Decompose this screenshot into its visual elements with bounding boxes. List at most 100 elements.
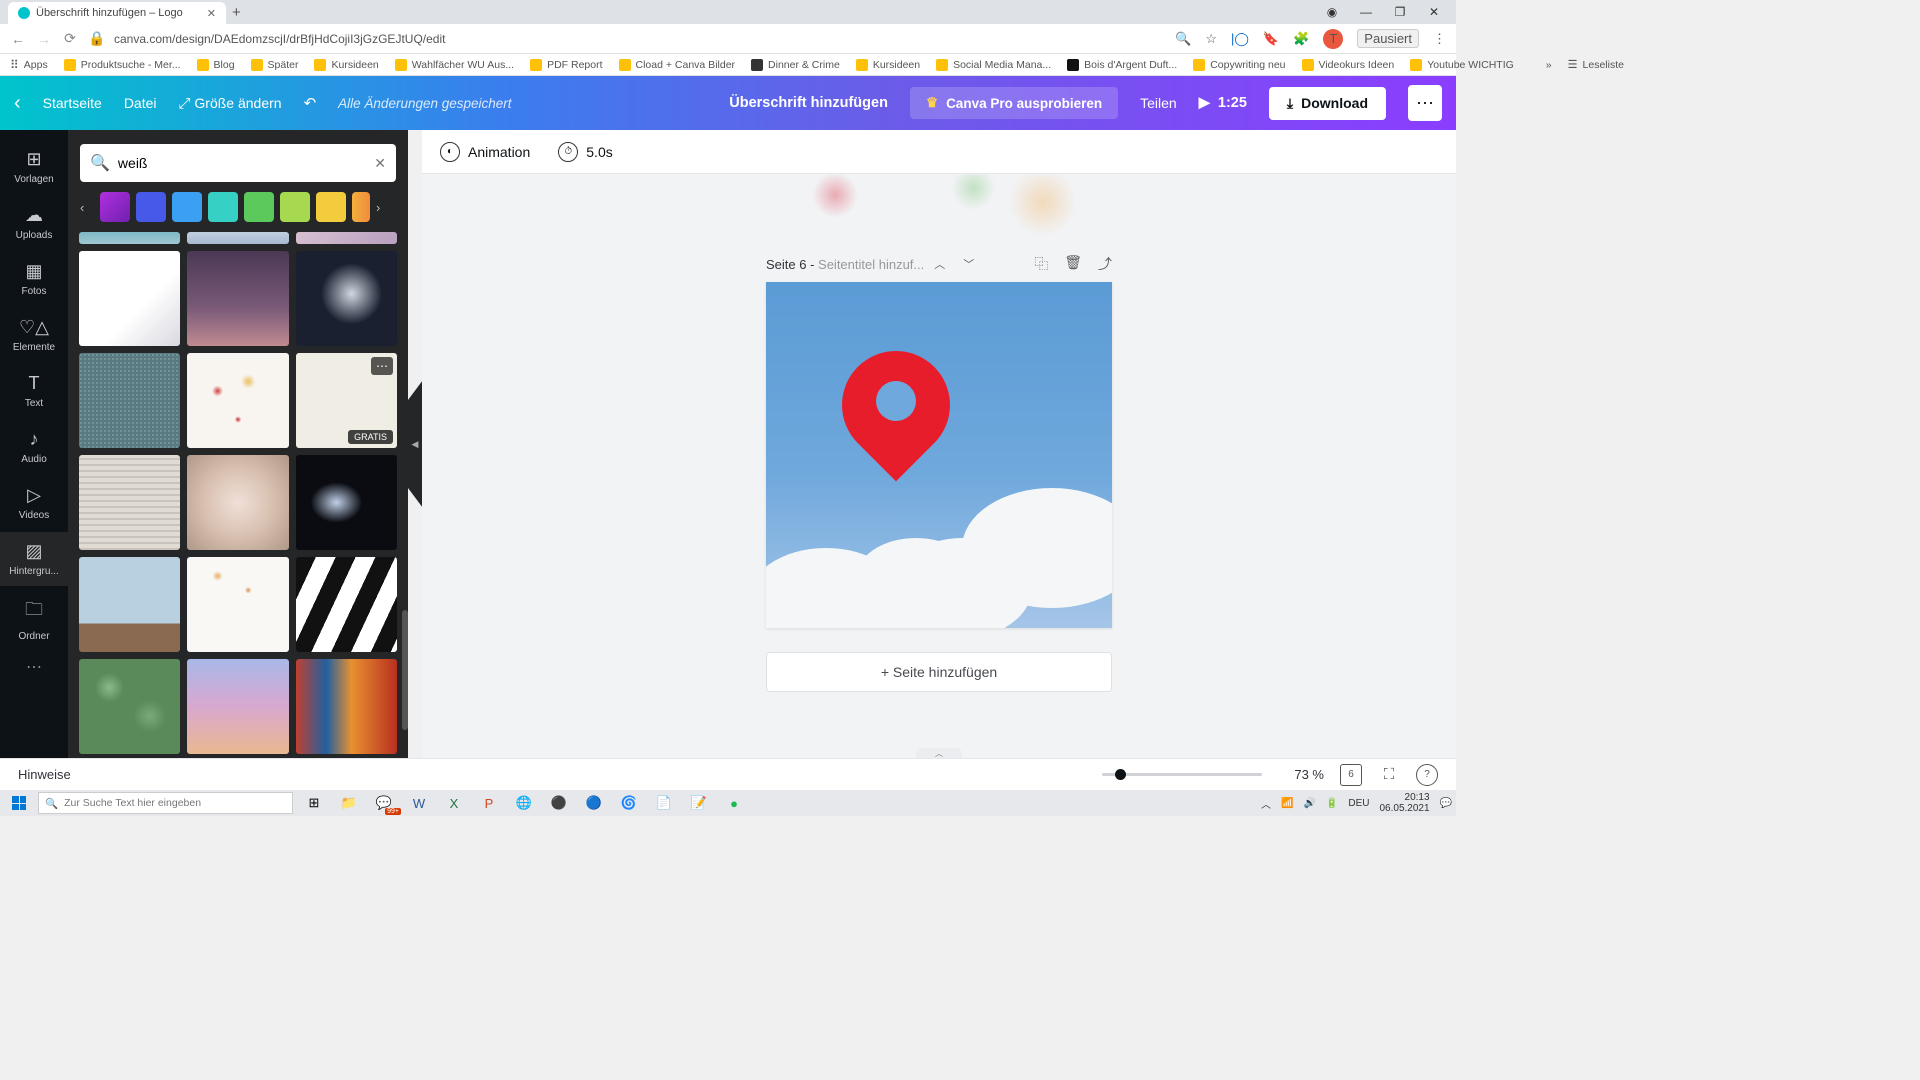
taskbar-app-excel[interactable]: X — [437, 792, 471, 814]
animation-button[interactable]: ◐ Animation — [440, 142, 530, 162]
maximize-icon[interactable]: ❐ — [1386, 5, 1414, 19]
back-icon[interactable]: ← — [10, 31, 26, 47]
tray-notifications-icon[interactable]: 💬 — [1440, 798, 1452, 809]
rail-uploads[interactable]: ☁Uploads — [0, 196, 68, 250]
present-button[interactable]: ▶1:25 — [1199, 95, 1247, 111]
taskbar-app-edge[interactable]: 🌀 — [612, 792, 646, 814]
bookmark-item[interactable]: Wahlfächer WU Aus... — [395, 59, 514, 71]
zoom-icon[interactable]: 🔍 — [1175, 31, 1191, 47]
rail-videos[interactable]: ▷Videos — [0, 476, 68, 530]
rail-photos[interactable]: ▦Fotos — [0, 252, 68, 306]
tray-chevron-icon[interactable]: ︿ — [1261, 796, 1271, 811]
thumbnail-more-icon[interactable]: ⋯ — [371, 357, 393, 375]
bookmark-item[interactable]: Dinner & Crime — [751, 59, 840, 71]
color-swatch[interactable] — [172, 192, 202, 222]
page-strip-toggle[interactable]: ︿ — [916, 748, 962, 758]
color-swatch[interactable] — [316, 192, 346, 222]
more-button[interactable]: ⋯ — [1408, 85, 1442, 121]
taskbar-app[interactable]: 📝 — [682, 792, 716, 814]
file-menu[interactable]: Datei — [124, 95, 157, 111]
thumbnail[interactable] — [187, 251, 288, 346]
color-swatch[interactable] — [100, 192, 130, 222]
bookmark-item[interactable]: Copywriting neu — [1193, 59, 1285, 71]
thumbnail[interactable] — [187, 659, 288, 754]
try-pro-button[interactable]: ♛Canva Pro ausprobieren — [910, 87, 1118, 119]
thumbnail[interactable] — [296, 232, 397, 244]
extension-icon[interactable]: |◯ — [1231, 31, 1249, 47]
share-page-icon[interactable]: ⤴ — [1098, 254, 1112, 274]
bookmark-item[interactable]: Später — [251, 59, 299, 71]
profile-avatar[interactable]: T — [1323, 29, 1343, 49]
thumbnail[interactable] — [79, 557, 180, 652]
chrome-account-icon[interactable]: ◉ — [1318, 5, 1346, 19]
tray-battery-icon[interactable]: 🔋 — [1326, 798, 1338, 809]
zoom-slider[interactable] — [1102, 773, 1262, 776]
thumbnail[interactable] — [187, 455, 288, 550]
taskbar-app-powerpoint[interactable]: P — [472, 792, 506, 814]
tray-wifi-icon[interactable]: 📶 — [1281, 798, 1293, 809]
taskbar-app-word[interactable]: W — [402, 792, 436, 814]
rail-elements[interactable]: ♡△Elemente — [0, 308, 68, 362]
thumbnail[interactable] — [187, 232, 288, 244]
resize-menu[interactable]: ⤢ Größe ändern — [179, 95, 282, 112]
bookmark-item[interactable]: Kursideen — [856, 59, 920, 71]
thumbnail[interactable] — [79, 232, 180, 244]
zoom-percent[interactable]: 73 % — [1278, 767, 1324, 782]
color-swatch[interactable] — [136, 192, 166, 222]
zoom-slider-thumb[interactable] — [1115, 769, 1126, 780]
panel-scrollbar[interactable] — [402, 610, 408, 730]
taskbar-search[interactable]: 🔍Zur Suche Text hier eingeben — [38, 792, 293, 814]
thumbnail[interactable] — [296, 557, 397, 652]
rail-text[interactable]: TText — [0, 364, 68, 418]
taskbar-app-chrome[interactable]: 🔵 — [577, 792, 611, 814]
home-link[interactable]: Startseite — [43, 95, 102, 111]
kebab-icon[interactable]: ⋮ — [1433, 31, 1446, 47]
bookmark-item[interactable]: PDF Report — [530, 59, 602, 71]
bookmark-item[interactable]: Kursideen — [314, 59, 378, 71]
close-window-icon[interactable]: ✕ — [1420, 5, 1448, 19]
thumbnail[interactable] — [79, 353, 180, 448]
page-count-badge[interactable]: 6 — [1340, 764, 1362, 786]
new-tab-button[interactable]: + — [232, 4, 241, 21]
bookmark-item[interactable]: Youtube WICHTIG — [1410, 59, 1514, 71]
taskbar-app[interactable]: 💬99+ — [367, 792, 401, 814]
bookmark-overflow[interactable]: » — [1546, 59, 1552, 71]
color-swatch[interactable] — [244, 192, 274, 222]
taskbar-app[interactable]: 📄 — [647, 792, 681, 814]
bookmark-item[interactable]: Cload + Canva Bilder — [619, 59, 736, 71]
lock-icon[interactable]: 🔒 — [88, 30, 104, 47]
tray-clock[interactable]: 20:13 06.05.2021 — [1379, 792, 1429, 814]
duration-button[interactable]: ⏱ 5.0s — [558, 142, 612, 162]
duplicate-page-icon[interactable]: ⿻ — [1034, 254, 1048, 274]
tray-sound-icon[interactable]: 🔊 — [1303, 798, 1315, 809]
fullscreen-icon[interactable]: ⛶ — [1378, 764, 1400, 786]
reading-list[interactable]: ☰Leseliste — [1568, 58, 1624, 71]
canvas-page[interactable] — [766, 282, 1112, 628]
notes-button[interactable]: Hinweise — [18, 767, 71, 782]
download-button[interactable]: ⤓Download — [1269, 87, 1386, 120]
clear-search-icon[interactable]: ✕ — [374, 155, 386, 172]
search-box[interactable]: 🔍 ✕ — [80, 144, 396, 182]
color-swatch[interactable] — [208, 192, 238, 222]
taskbar-app[interactable]: 🌐 — [507, 792, 541, 814]
browser-tab[interactable]: Überschrift hinzufügen – Logo ✕ — [8, 2, 226, 24]
thumbnail[interactable] — [296, 251, 397, 346]
bookmark-item[interactable]: Social Media Mana... — [936, 59, 1051, 71]
rail-background[interactable]: ▨Hintergru... — [0, 532, 68, 586]
search-input[interactable] — [118, 155, 366, 171]
url-text[interactable]: canva.com/design/DAEdomzscjI/drBfjHdCoji… — [114, 32, 1165, 46]
tray-language[interactable]: DEU — [1348, 798, 1369, 809]
thumbnail[interactable] — [187, 557, 288, 652]
help-icon[interactable]: ? — [1416, 764, 1438, 786]
task-view-icon[interactable]: ⊞ — [297, 792, 331, 814]
thumbnail[interactable]: ⋯ GRATIS — [296, 353, 397, 448]
previous-page-preview[interactable] — [766, 174, 1112, 244]
page-down-icon[interactable]: ﹀ — [963, 256, 974, 272]
thumbnail[interactable] — [79, 659, 180, 754]
canvas-viewport[interactable]: Seite 6 - Seitentitel hinzuf... ︿ ﹀ ⿻ 🗑 … — [422, 174, 1456, 758]
thumbnail[interactable] — [296, 455, 397, 550]
location-pin-element[interactable] — [842, 351, 950, 511]
minimize-icon[interactable]: — — [1352, 5, 1380, 19]
profile-status[interactable]: Pausiert — [1357, 29, 1419, 48]
apps-button[interactable]: ⠿Apps — [10, 58, 48, 72]
